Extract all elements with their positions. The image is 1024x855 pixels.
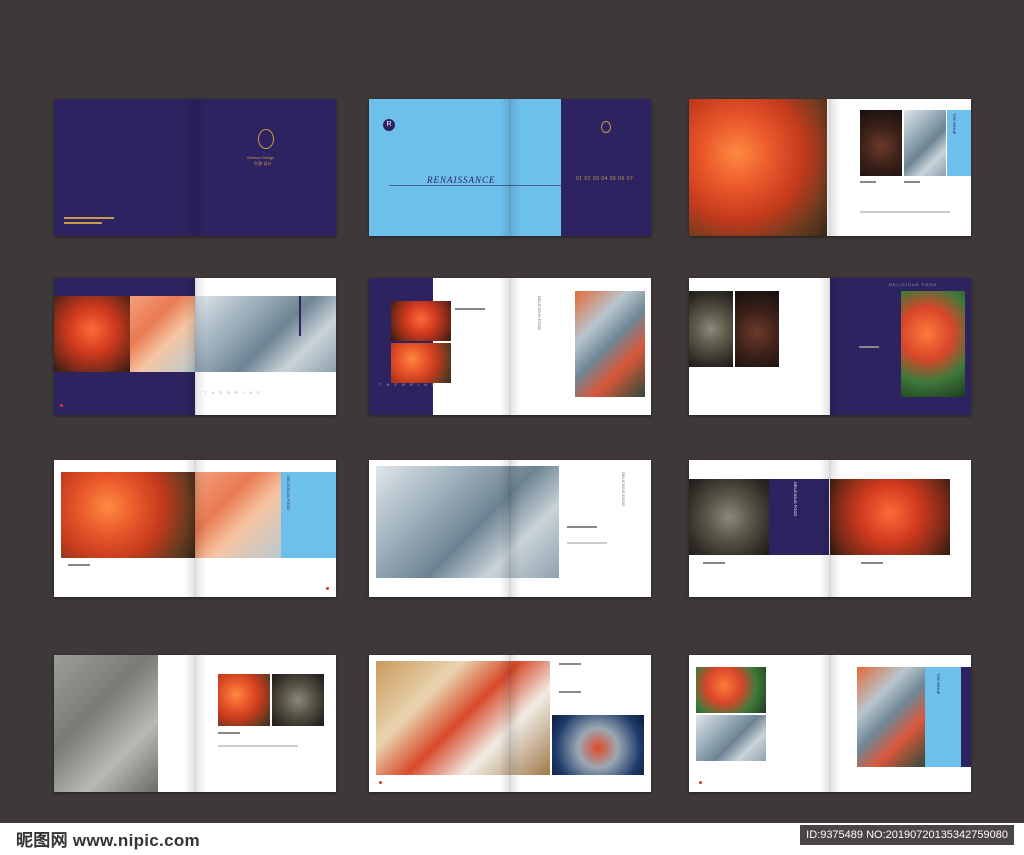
site-logo[interactable]: 昵图网 www.nipic.com	[16, 826, 200, 851]
salmon-photo	[130, 296, 195, 372]
back-cover-text	[64, 217, 114, 219]
shellfish-photo	[696, 667, 766, 713]
front-cover	[195, 99, 336, 236]
caption-text	[703, 562, 725, 564]
back-cover-text-2	[64, 222, 102, 224]
caption-text-2	[861, 562, 883, 564]
edge-strip	[961, 667, 971, 767]
lobster-dish-photo	[830, 479, 950, 555]
spread-cover: Wuman Design 尔源·设计	[54, 99, 336, 236]
vertical-label: DELICIOUS FOOD	[286, 476, 291, 511]
spread-contents: R RENAISSANCE 01 02 03 04 05 06 07	[369, 99, 651, 236]
delicious-watermark: DELICIOUS FOOD	[889, 282, 938, 287]
hairy-crab-photo	[61, 472, 195, 558]
caption-text	[68, 564, 90, 566]
body-text	[567, 542, 607, 544]
caption-line-2	[904, 181, 920, 183]
title-rule	[389, 185, 639, 186]
shrimp-photo	[391, 343, 451, 383]
spread-lobster-dinner: DELICIOUS FOOD	[689, 460, 971, 597]
accent-bar	[299, 296, 301, 336]
vertical-label: THE BRINE	[936, 673, 941, 695]
back-cover	[54, 99, 195, 236]
vertical-label: DELICIOUS FOOD	[621, 472, 626, 507]
mixed-seafood-photo	[857, 667, 925, 767]
brand-name-en: Wuman Design	[247, 155, 275, 160]
brand-logo-small-icon	[601, 121, 611, 133]
oyster-photo	[689, 291, 733, 367]
spread-lobster-shrimp: T H E B R I N E DELICIOUS FOOD	[369, 278, 651, 415]
caption-text-2	[559, 691, 581, 693]
caption-line	[860, 181, 876, 183]
crab-photo	[218, 674, 270, 726]
plated-dish-photo	[735, 291, 779, 367]
right-page-purple	[561, 99, 651, 236]
mackerel-photo	[54, 655, 158, 792]
ocean-seafood-photo	[552, 715, 644, 775]
brand-logo-icon	[258, 129, 274, 149]
caption-text	[218, 732, 240, 734]
fish-market-photo	[195, 296, 336, 372]
caption-text	[859, 346, 879, 348]
vertical-label: DELICIOUS FOOD	[537, 296, 542, 331]
spread-lobster-box	[369, 655, 651, 792]
sashimi-photo	[195, 472, 281, 558]
spread-seafood-market: T H E B R I N E	[54, 278, 336, 415]
page-marker-icon	[379, 781, 382, 784]
lobster-crate-photo	[376, 661, 550, 775]
caption-text	[567, 526, 597, 528]
lobster-closeup-photo	[391, 301, 451, 341]
spread-oysters: DELICIOUS FOOD	[689, 278, 971, 415]
seafood-platter-photo	[575, 291, 645, 397]
spread-final: THE BRINE	[689, 655, 971, 792]
caption-text	[455, 308, 485, 310]
left-page-blue	[369, 99, 561, 236]
renaissance-title: RENAISSANCE	[427, 175, 496, 185]
body-text	[860, 211, 950, 213]
vertical-label: DELICIOUS FOOD	[793, 482, 798, 517]
dish-photo	[860, 110, 902, 176]
center-band	[769, 479, 829, 555]
side-band	[925, 667, 961, 767]
brand-name-cn: 尔源·设计	[254, 161, 272, 166]
seafood-platter-photo	[689, 479, 769, 555]
body-text	[218, 745, 298, 747]
image-id-label: ID:9375489 NO:20190720135342759080	[800, 825, 1014, 845]
seafood-spread-photo	[901, 291, 965, 397]
spread-crab-sashimi: DELICIOUS FOOD	[54, 460, 336, 597]
badge-r: R	[383, 119, 395, 131]
brine-watermark: T H E B R I N E	[379, 382, 437, 387]
brine-watermark: T H E B R I N E	[204, 390, 262, 395]
king-crab-photo	[689, 99, 827, 236]
spread-crab-feature: THE BRINE	[689, 99, 971, 236]
tuna-photo	[696, 715, 766, 761]
abalone-photo	[272, 674, 324, 726]
fresh-fish-photo	[376, 466, 559, 578]
caption-text	[559, 663, 581, 665]
fish-photo	[904, 110, 946, 176]
page-marker-icon	[326, 587, 329, 590]
spread-fish-catch: DELICIOUS FOOD	[369, 460, 651, 597]
lobster-photo	[54, 296, 130, 372]
page-marker-icon	[60, 404, 63, 407]
page-marker-icon	[699, 781, 702, 784]
spread-mackerel	[54, 655, 336, 792]
contents-numbers: 01 02 03 04 05 06 07	[576, 176, 634, 182]
vertical-band	[947, 110, 971, 176]
vertical-label: THE BRINE	[952, 113, 957, 135]
